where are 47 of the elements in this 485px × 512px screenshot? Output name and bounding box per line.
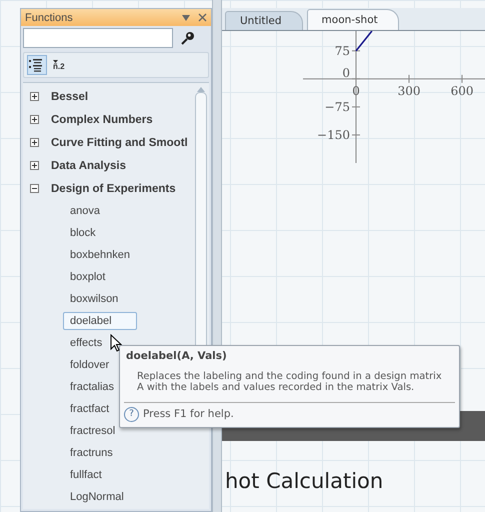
tooltip-description: Replaces the labeling and the coding found in a design matrix A with the labels and values recorded in the matrix Vals.	[137, 371, 443, 394]
caret-icon	[53, 60, 58, 62]
function-item[interactable]: boxbehnken	[63, 246, 137, 264]
function-item[interactable]: block	[63, 224, 103, 242]
y-tick-label: 0	[342, 66, 350, 80]
collapse-icon[interactable]	[30, 184, 39, 193]
function-item[interactable]: fractresol	[63, 422, 122, 440]
list-icon	[29, 58, 43, 72]
expand-icon[interactable]	[30, 115, 39, 124]
plot-line	[355, 31, 373, 52]
y-tick-label: 75	[334, 44, 350, 58]
search-field[interactable]	[23, 28, 173, 48]
function-item[interactable]: fractalias	[63, 378, 122, 396]
document-tab[interactable]: Untitled	[225, 11, 303, 30]
function-item[interactable]: effects	[63, 334, 110, 352]
search-icon	[181, 31, 195, 45]
document-tab[interactable]: moon-shot	[306, 9, 399, 30]
function-item[interactable]: doelabel	[63, 312, 137, 330]
category-item[interactable]: Bessel	[23, 85, 193, 108]
help-text: Press F1 for help.	[143, 408, 234, 420]
expand-icon[interactable]	[30, 138, 39, 147]
help-icon: ?	[124, 406, 139, 422]
tooltip-title: doelabel(A, Vals)	[126, 350, 228, 362]
function-item[interactable]: boxplot	[63, 268, 112, 286]
category-item[interactable]: Curve Fitting and Smootl	[23, 131, 193, 154]
category-item[interactable]: Design of Experiments	[23, 177, 193, 200]
function-item[interactable]: fullfact	[63, 466, 109, 484]
sort-button[interactable]: ñ.2	[51, 55, 71, 75]
category-item[interactable]: Complex Numbers	[23, 108, 193, 131]
y-tick-label: −75	[324, 100, 350, 114]
expand-icon[interactable]	[30, 161, 39, 170]
panel-title: Functions	[25, 12, 74, 24]
close-icon	[198, 13, 207, 22]
x-tick-label: 600	[450, 84, 474, 98]
function-item[interactable]: boxwilson	[63, 290, 126, 308]
expand-icon[interactable]	[30, 92, 39, 101]
function-item[interactable]: LogNormal	[63, 488, 131, 506]
category-item[interactable]: Data Analysis	[23, 154, 193, 177]
section-heading: hot Calculation	[225, 469, 384, 493]
function-item[interactable]: fractfact	[63, 400, 116, 418]
x-tick-label: 300	[398, 84, 420, 98]
function-item[interactable]: foldover	[63, 356, 116, 374]
list-view-button[interactable]	[27, 55, 47, 75]
function-item[interactable]: anova	[63, 202, 107, 220]
function-item[interactable]: fractruns	[63, 444, 120, 462]
dropdown-caret-icon	[182, 14, 190, 20]
y-tick-label: −150	[317, 128, 350, 142]
